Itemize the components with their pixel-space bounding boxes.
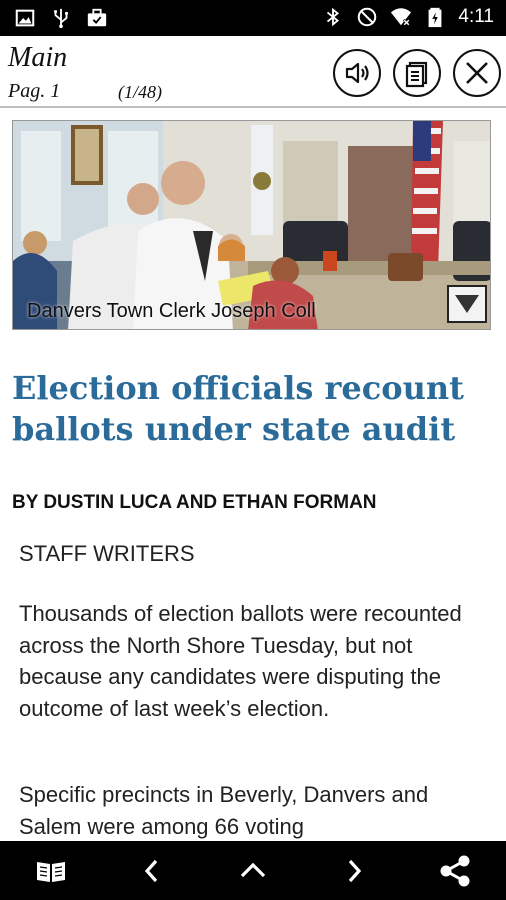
close-button[interactable] [453, 49, 501, 97]
chevron-left-icon [144, 859, 158, 882]
close-icon [466, 62, 488, 84]
next-button[interactable] [324, 841, 384, 900]
bottom-navigation [0, 841, 506, 900]
battery-icon [429, 7, 442, 28]
chevron-up-icon [240, 862, 266, 877]
bluetooth-icon [327, 7, 340, 27]
scroll-up-button[interactable] [223, 841, 283, 900]
section-title[interactable]: Main [8, 42, 67, 74]
reader-header: Main Pag. 1 (1/48) [0, 36, 506, 106]
triangle-down-icon [455, 295, 479, 313]
clipboard-button[interactable] [393, 49, 441, 97]
status-left-icons [14, 7, 108, 29]
clipboard-icon [405, 61, 428, 88]
article-paragraph: Thousands of election ballots were recou… [19, 601, 462, 721]
status-right-icons: 4:11 [322, 6, 494, 28]
article-headline: Election officials recount ballots under… [12, 369, 464, 448]
photo-image [13, 121, 490, 329]
page-count: (1/48) [118, 82, 162, 102]
image-icon [15, 9, 35, 27]
status-bar: 4:11 [0, 0, 506, 36]
share-button[interactable] [425, 841, 485, 900]
article-paragraph: Specific precincts in Beverly, Danvers a… [19, 782, 429, 839]
header-divider [0, 106, 506, 108]
article-staff-label: STAFF WRITERS [19, 541, 195, 566]
speaker-icon [345, 62, 369, 84]
page-label: Pag. 1 [8, 80, 61, 102]
status-time: 4:11 [458, 6, 494, 27]
chevron-right-icon [348, 859, 362, 882]
usb-icon [54, 8, 69, 29]
speaker-button[interactable] [333, 49, 381, 97]
reader-mode-button[interactable] [21, 841, 81, 900]
photo-caption: Danvers Town Clerk Joseph Coll [27, 300, 316, 322]
share-icon [440, 855, 470, 886]
wifi-icon [391, 8, 412, 27]
caption-toggle-button[interactable] [447, 285, 487, 323]
previous-button[interactable] [122, 841, 182, 900]
do-not-disturb-icon [358, 7, 377, 27]
book-icon [37, 861, 65, 882]
briefcase-icon [87, 8, 107, 27]
article-photo[interactable]: Danvers Town Clerk Joseph Coll [12, 120, 491, 330]
article-byline: BY DUSTIN LUCA AND ETHAN FORMAN [12, 492, 377, 513]
